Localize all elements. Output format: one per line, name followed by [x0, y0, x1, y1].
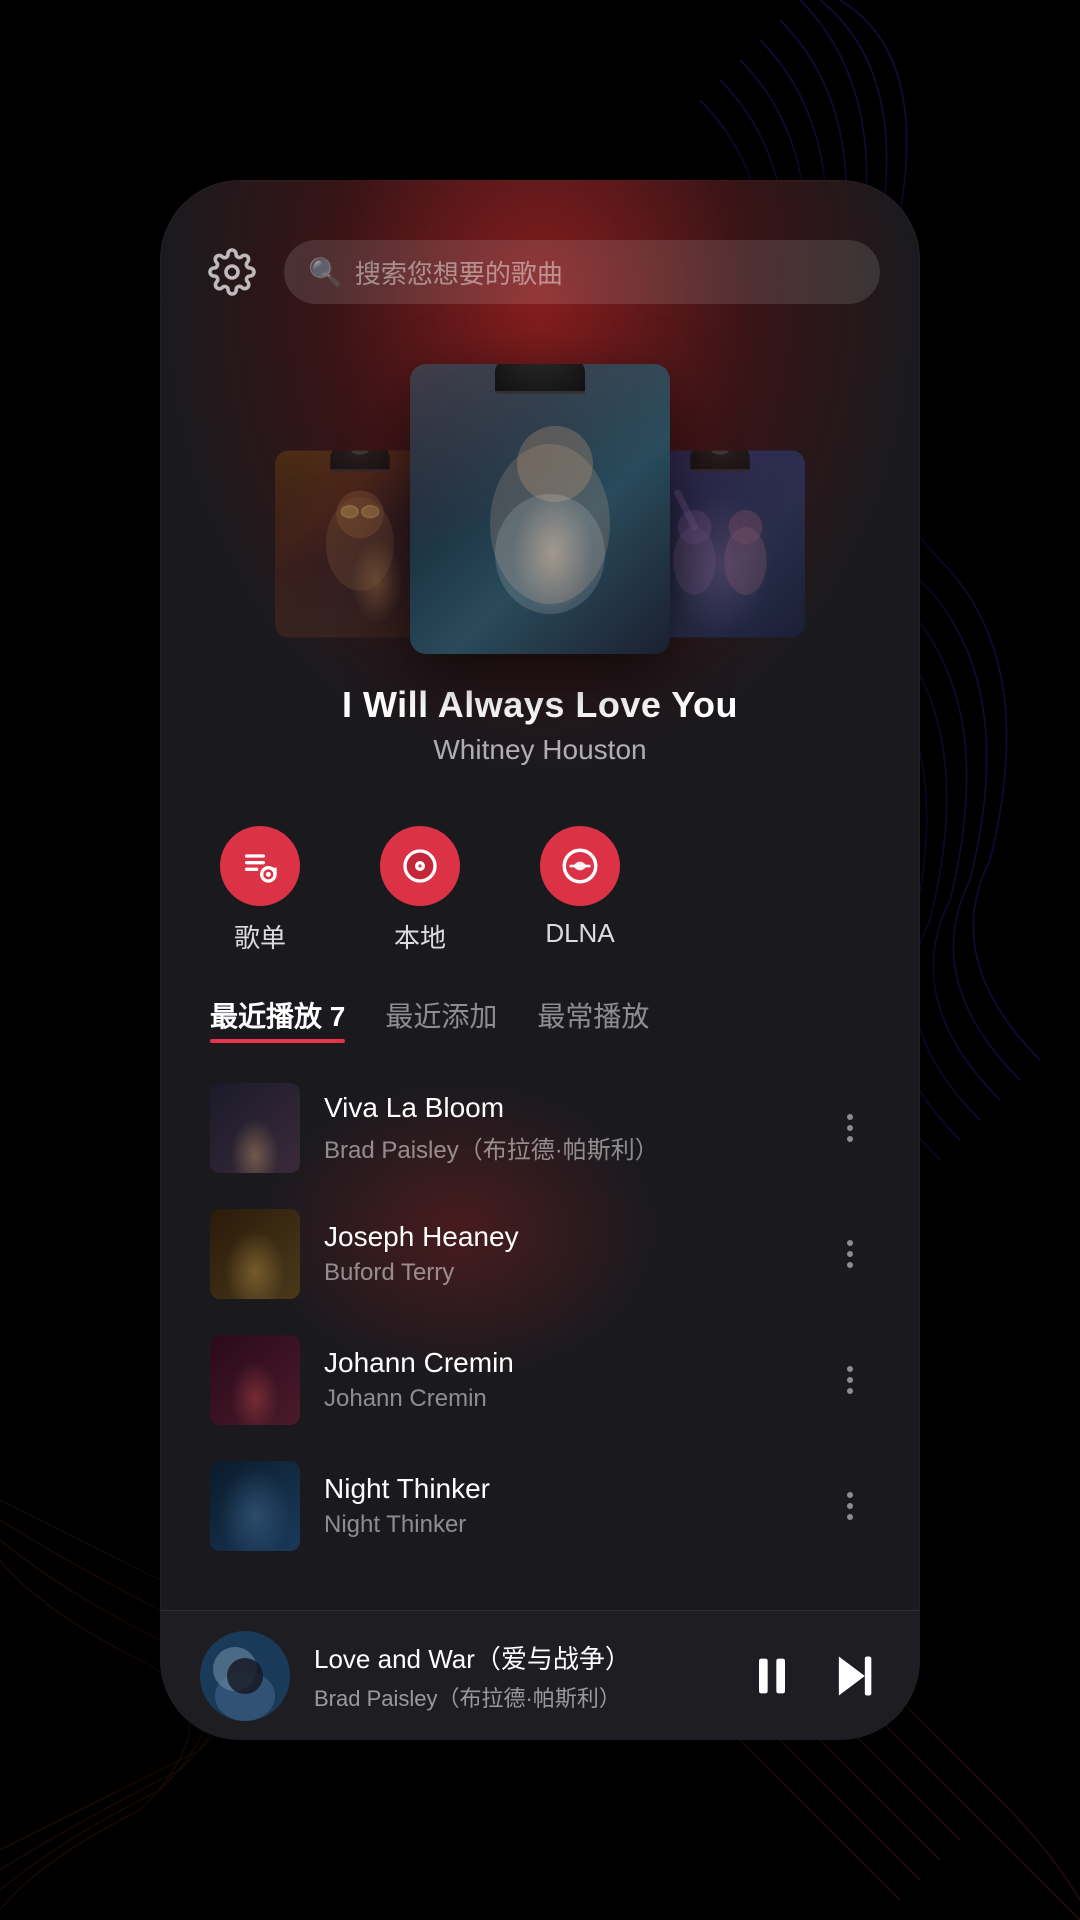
- pause-icon: [746, 1650, 798, 1702]
- dlna-label: DLNA: [545, 918, 614, 949]
- settings-button[interactable]: [200, 240, 264, 304]
- playlist-icon: [240, 846, 280, 886]
- search-placeholder-text: 搜索您想要的歌曲: [355, 254, 563, 291]
- song-artist-1: Brad Paisley（布拉德·帕斯利）: [324, 1130, 806, 1165]
- now-playing-artist: Brad Paisley（布拉德·帕斯利）: [314, 1681, 722, 1713]
- featured-song-info: I Will Always Love You Whitney Houston: [302, 654, 778, 776]
- local-icon: [400, 846, 440, 886]
- song-row-2[interactable]: Joseph Heaney Buford Terry: [160, 1191, 920, 1317]
- song-title-1: Viva La Bloom: [324, 1092, 806, 1124]
- search-bar[interactable]: 🔍 搜索您想要的歌曲: [284, 240, 880, 304]
- album-carousel: I Will Always Love You Whitney Houston: [160, 324, 920, 796]
- song-info-2: Joseph Heaney Buford Terry: [324, 1221, 806, 1287]
- song-thumb-3: [210, 1335, 300, 1425]
- song-artist-3: Johann Cremin: [324, 1385, 806, 1413]
- nav-icons-row: 歌单 本地: [160, 796, 920, 985]
- now-playing-bar[interactable]: Love and War（爱与战争） Brad Paisley（布拉德·帕斯利）: [160, 1610, 920, 1740]
- tab-recent[interactable]: 最近播放 7: [210, 995, 345, 1035]
- header: 🔍 搜索您想要的歌曲: [160, 180, 920, 324]
- more-button-1[interactable]: [830, 1114, 870, 1142]
- song-row-3[interactable]: Johann Cremin Johann Cremin: [160, 1317, 920, 1443]
- now-playing-title: Love and War（爱与战争）: [314, 1639, 722, 1676]
- dlna-icon-circle: [540, 826, 620, 906]
- song-title-4: Night Thinker: [324, 1473, 806, 1505]
- vinyl-hat-center: [495, 364, 585, 394]
- now-playing-info: Love and War（爱与战争） Brad Paisley（布拉德·帕斯利）: [314, 1639, 722, 1713]
- playlist-icon-circle: [220, 826, 300, 906]
- skip-next-button[interactable]: [828, 1650, 880, 1702]
- song-thumb-2: [210, 1209, 300, 1299]
- song-title-3: Johann Cremin: [324, 1347, 806, 1379]
- vinyl-hat-right: [690, 451, 750, 472]
- song-title-2: Joseph Heaney: [324, 1221, 806, 1253]
- song-row-4[interactable]: Night Thinker Night Thinker: [160, 1443, 920, 1569]
- song-thumb-1: [210, 1083, 300, 1173]
- song-row-1[interactable]: Viva La Bloom Brad Paisley（布拉德·帕斯利）: [160, 1065, 920, 1191]
- now-playing-thumb: [200, 1631, 290, 1721]
- dlna-icon: [559, 845, 601, 887]
- local-label: 本地: [394, 918, 446, 955]
- phone-shell: 🔍 搜索您想要的歌曲: [160, 180, 920, 1740]
- playback-controls: [746, 1650, 880, 1702]
- more-button-2[interactable]: [830, 1240, 870, 1268]
- vinyl-hat-left: [330, 451, 390, 472]
- more-button-4[interactable]: [830, 1492, 870, 1520]
- skip-next-icon: [828, 1650, 880, 1702]
- gear-icon: [208, 248, 256, 296]
- featured-song-artist: Whitney Houston: [342, 734, 738, 766]
- album-card-center[interactable]: [410, 364, 670, 654]
- featured-song-title: I Will Always Love You: [342, 684, 738, 726]
- nav-dlna[interactable]: DLNA: [540, 826, 620, 955]
- tabs-row: 最近播放 7 最近添加 最常播放: [160, 985, 920, 1055]
- carousel-track: [160, 364, 920, 654]
- nav-playlist[interactable]: 歌单: [220, 826, 300, 955]
- song-artist-4: Night Thinker: [324, 1511, 806, 1539]
- song-info-3: Johann Cremin Johann Cremin: [324, 1347, 806, 1413]
- song-info-4: Night Thinker Night Thinker: [324, 1473, 806, 1539]
- song-thumb-4: [210, 1461, 300, 1551]
- phone-content: 🔍 搜索您想要的歌曲: [160, 180, 920, 1740]
- tab-recent-label: 最近播放 7: [210, 1001, 345, 1032]
- person-silhouette-center: [410, 364, 670, 654]
- nav-local[interactable]: 本地: [380, 826, 460, 955]
- tab-frequent[interactable]: 最常播放: [537, 995, 649, 1035]
- search-icon: 🔍: [308, 256, 343, 289]
- local-icon-circle: [380, 826, 460, 906]
- song-info-1: Viva La Bloom Brad Paisley（布拉德·帕斯利）: [324, 1092, 806, 1165]
- song-artist-2: Buford Terry: [324, 1259, 806, 1287]
- pause-button[interactable]: [746, 1650, 798, 1702]
- playlist-label: 歌单: [234, 918, 286, 955]
- tab-added[interactable]: 最近添加: [385, 995, 497, 1035]
- more-button-3[interactable]: [830, 1366, 870, 1394]
- song-list: Viva La Bloom Brad Paisley（布拉德·帕斯利） Jose…: [160, 1055, 920, 1610]
- now-playing-thumb-img: [200, 1631, 290, 1721]
